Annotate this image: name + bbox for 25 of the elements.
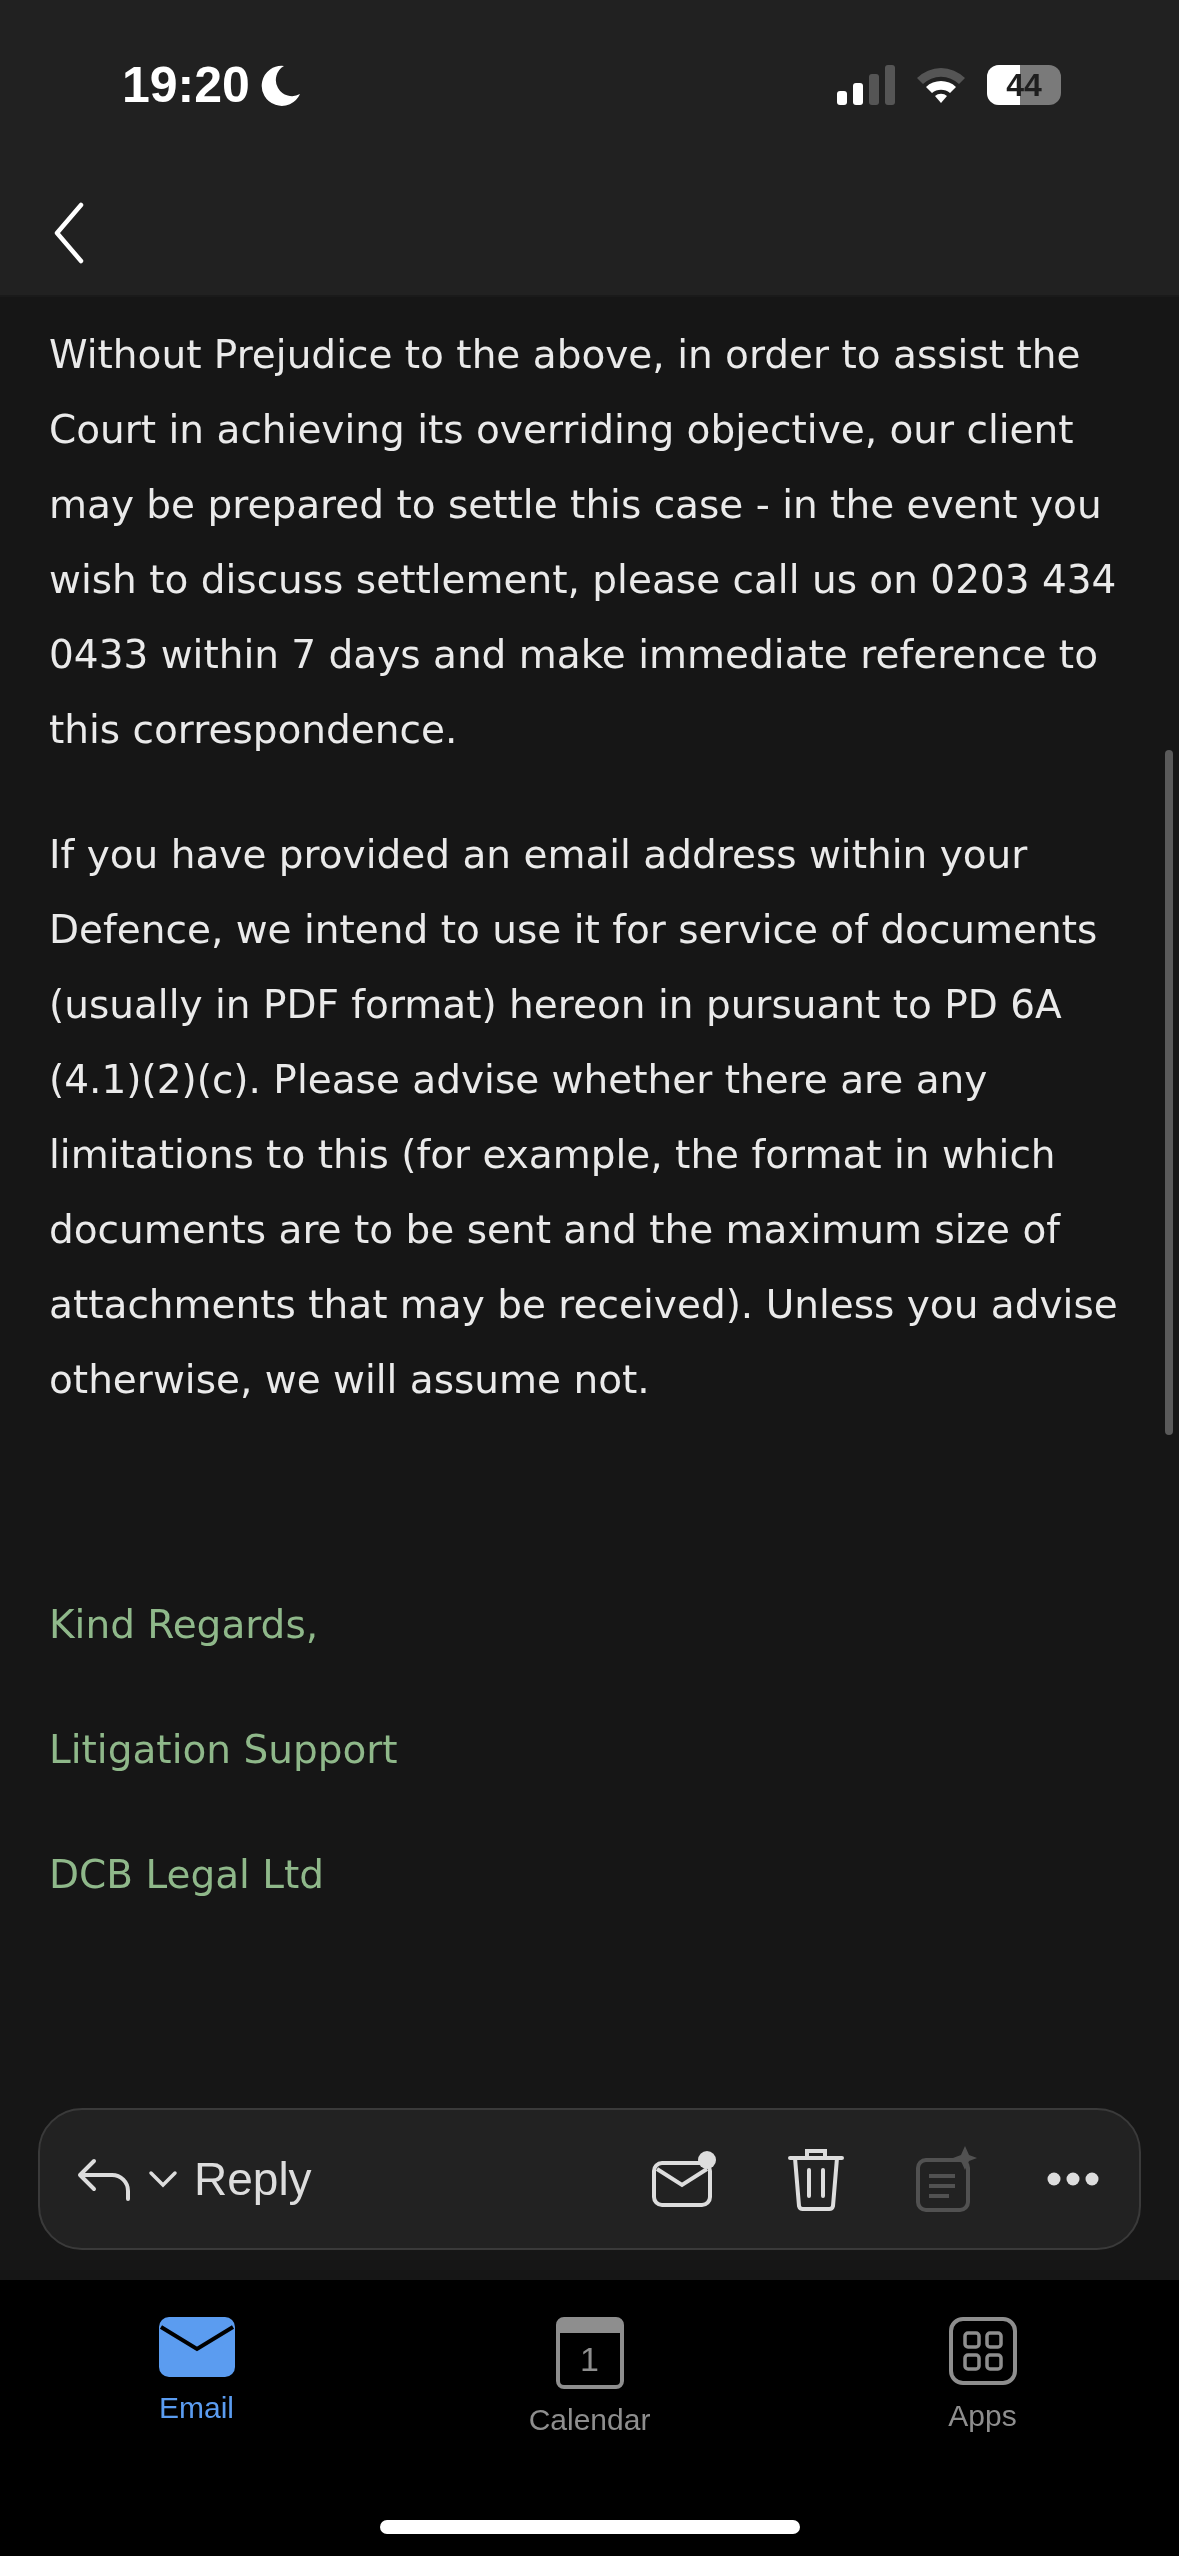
calendar-day: 1 (580, 2341, 599, 2377)
trash-icon (787, 2146, 845, 2212)
back-icon[interactable] (54, 201, 84, 264)
more-button[interactable] (1047, 2172, 1099, 2186)
email-paragraph: Without Prejudice to the above, in order to assist the Court in achieving its overriding objective, our client may be prepared to settle this case - in the event you wish to discuss settlement, please call us on 0203 434 0433 within 7 days and make immediate reference to this correspondence. (49, 331, 1118, 754)
email-paragraph: If you have provided an email address within your Defence, we intend to use it for service of documents (usually in PDF format) hereon in pursuant to PD 6A (4.1)(2)(c). Please advise whether there are any limitations to this (for example, the format in which documents are to be sent and the maximum size of attachments that may be received). Unless you advise otherwise, we will assume not. (49, 831, 1119, 1404)
moon-icon (259, 64, 302, 106)
tab-bar-item[interactable]: Apps (852, 2316, 1113, 2556)
envelope-icon (158, 2317, 235, 2377)
reply-arrow-icon (76, 2157, 132, 2201)
signal-icon (837, 65, 895, 105)
signature-line: Litigation Support (49, 1726, 399, 1774)
mark-unread-button[interactable] (651, 2149, 717, 2209)
apps-grid-icon (948, 2317, 1017, 2385)
status-time: 19:20 (122, 56, 250, 114)
more-icon (1047, 2172, 1099, 2186)
signature-line: Kind Regards, (49, 1601, 320, 1649)
signature-line: DCB Legal Ltd (49, 1851, 326, 1899)
chevron-down-icon (148, 2170, 178, 2188)
sparkle-list-icon (915, 2146, 977, 2212)
delete-button[interactable] (787, 2146, 845, 2212)
envelope-dot-icon (651, 2149, 717, 2209)
wifi-icon (915, 65, 967, 105)
reply-button[interactable]: Reply (76, 2152, 312, 2206)
tab-bar-item[interactable]: Email (66, 2316, 327, 2556)
